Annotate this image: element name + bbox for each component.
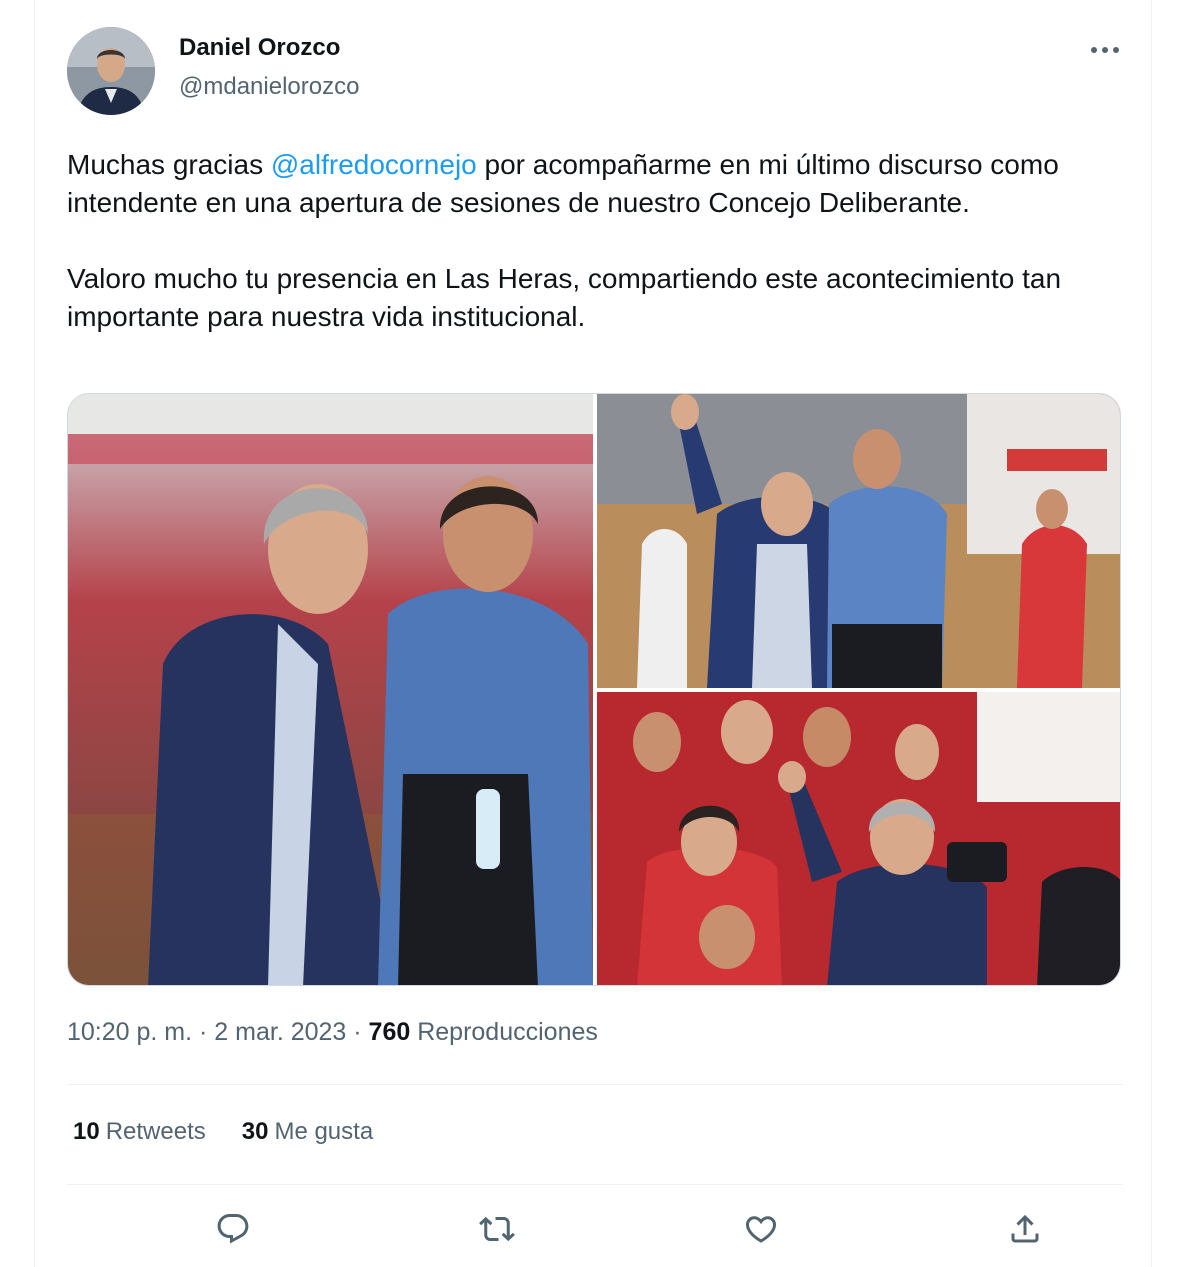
photo-icon xyxy=(68,394,593,985)
media-photo-2[interactable] xyxy=(597,394,1120,688)
profile-photo-icon xyxy=(67,27,155,115)
action-bar xyxy=(67,1205,1123,1253)
share-icon xyxy=(1011,1214,1039,1243)
media-grid xyxy=(67,393,1121,986)
media-photo-1[interactable] xyxy=(68,394,593,985)
retweets-stat[interactable]: 10 Retweets xyxy=(73,1118,206,1146)
tweet-time[interactable]: 10:20 p. m. xyxy=(67,1018,192,1046)
avatar[interactable] xyxy=(67,27,155,115)
media-photo-3[interactable] xyxy=(597,692,1120,985)
tweet-paragraph-1: Muchas gracias @alfredocornejo por acomp… xyxy=(67,146,1067,222)
tweet-date[interactable]: 2 mar. 2023 xyxy=(214,1018,346,1046)
meta-separator: · xyxy=(192,1018,215,1046)
likes-label: Me gusta xyxy=(274,1118,374,1145)
likes-count: 30 xyxy=(241,1118,269,1145)
retweets-count: 10 xyxy=(73,1118,100,1145)
likes-stat[interactable]: 30 Me gusta xyxy=(242,1118,373,1146)
tweet-stats: 10 Retweets 30 Me gusta xyxy=(73,1118,373,1146)
author-name[interactable]: Daniel Orozco xyxy=(179,34,340,62)
photo-icon xyxy=(597,692,1120,985)
views-count: 760 xyxy=(368,1018,411,1046)
photo-icon xyxy=(597,394,1120,688)
more-options-button[interactable] xyxy=(1087,32,1123,68)
retweet-button[interactable] xyxy=(473,1205,521,1253)
retweets-label: Retweets xyxy=(105,1118,206,1145)
tweet-card: Daniel Orozco @mdanielorozco Muchas grac… xyxy=(34,0,1152,1267)
divider xyxy=(67,1084,1123,1085)
views-label: Reproducciones xyxy=(410,1018,598,1046)
mention-link[interactable]: @alfredocornejo xyxy=(271,149,477,180)
like-icon xyxy=(745,1216,777,1243)
tweet-text: Muchas gracias @alfredocornejo por acomp… xyxy=(67,146,1067,336)
reply-button[interactable] xyxy=(209,1205,257,1253)
reply-icon xyxy=(217,1214,249,1244)
tweet-paragraph-2: Valoro mucho tu presencia en Las Heras, … xyxy=(67,263,1062,332)
divider xyxy=(67,1184,1123,1185)
retweet-icon xyxy=(479,1216,515,1242)
text-before-mention: Muchas gracias xyxy=(67,149,271,180)
share-button[interactable] xyxy=(1001,1205,1049,1253)
meta-separator-2: · xyxy=(346,1018,369,1046)
tweet-meta: 10:20 p. m. · 2 mar. 2023 · 760 Reproduc… xyxy=(67,1018,598,1047)
author-handle[interactable]: @mdanielorozco xyxy=(179,73,359,101)
more-icon xyxy=(1091,47,1119,53)
like-button[interactable] xyxy=(737,1205,785,1253)
